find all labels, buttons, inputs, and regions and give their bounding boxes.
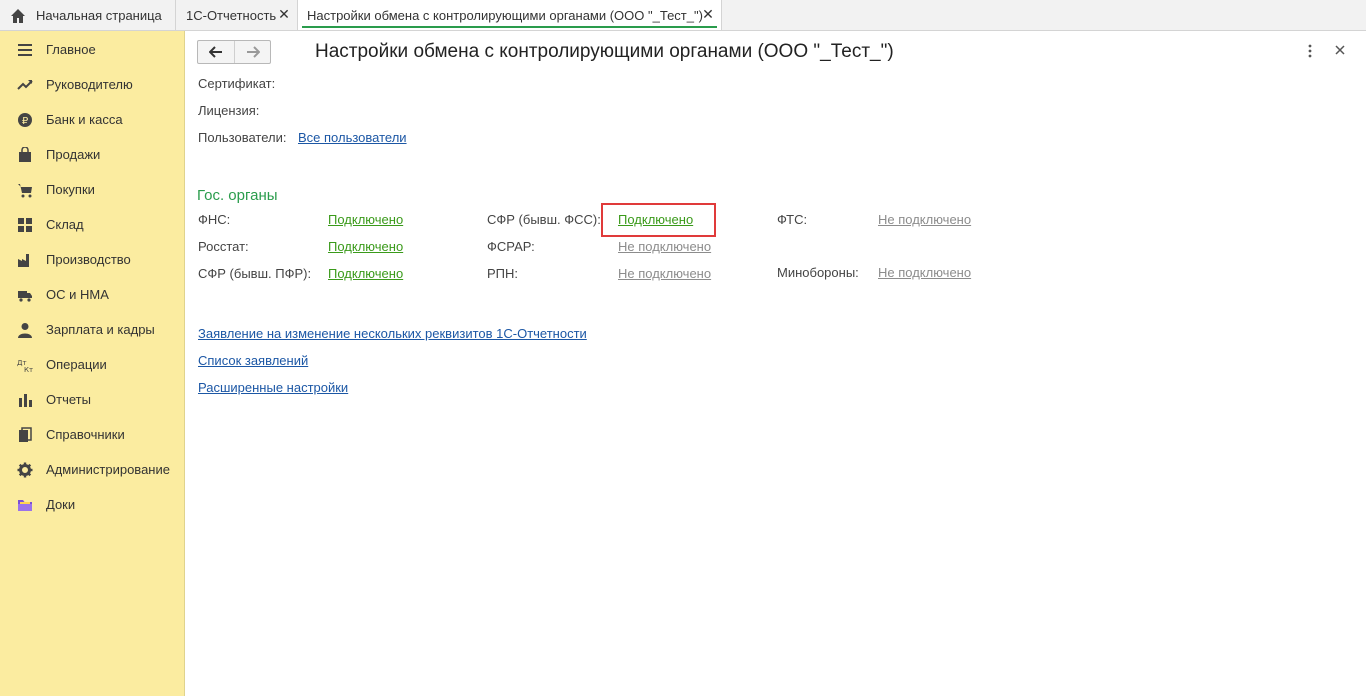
close-icon[interactable] [1334,44,1346,56]
more-vertical-icon[interactable] [1306,43,1314,59]
tab-exchange-settings[interactable]: Настройки обмена с контролирующими орган… [298,0,722,30]
gov-section-title: Гос. органы [197,187,278,204]
change-details-link[interactable]: Заявление на изменение нескольких реквиз… [198,326,587,341]
main-content: Настройки обмена с контролирующими орган… [185,31,1366,696]
minoborony-status-link[interactable]: Не подключено [878,265,971,280]
tab-bar: Начальная страница 1С-Отчетность ✕ Настр… [0,0,1366,31]
arrow-left-icon [209,46,222,58]
sidebar-item-references[interactable]: Справочники [0,417,184,452]
home-icon [11,8,25,23]
tab-exchange-settings-label: Настройки обмена с контролирующими орган… [307,7,703,23]
sfr-fss-label: СФР (бывш. ФСС): [487,212,601,227]
sidebar-item-reports[interactable]: Отчеты [0,382,184,417]
tab-home-label: Начальная страница [36,8,162,23]
active-tab-indicator [302,26,717,28]
dt-kt-icon: ДтКт [17,359,33,373]
sidebar-item-fixed-assets[interactable]: ОС и НМА [0,277,184,312]
sidebar: Главное Руководителю ₽ Банк и касса Прод… [0,31,185,696]
users-label: Пользователи: [198,130,287,145]
back-button[interactable] [198,41,234,63]
sidebar-item-docs[interactable]: Доки [0,487,184,522]
sidebar-item-label: Зарплата и кадры [46,322,155,337]
minoborony-label: Минобороны: [777,265,859,280]
menu-icon [18,43,32,56]
tab-home[interactable]: Начальная страница [0,0,176,31]
license-label: Лицензия: [198,103,260,118]
rpn-status-link[interactable]: Не подключено [618,266,711,281]
highlight-box [601,203,716,237]
sidebar-item-label: Покупки [46,182,95,197]
sidebar-item-label: Администрирование [46,462,170,477]
sidebar-item-warehouse[interactable]: Склад [0,207,184,242]
fns-label: ФНС: [198,212,231,227]
sfr-pfr-label: СФР (бывш. ПФР): [198,266,312,281]
grid-icon [18,217,32,232]
history-nav [197,40,271,64]
docs-folder-icon [18,499,32,511]
fts-label: ФТС: [777,212,808,227]
ruble-icon: ₽ [18,112,32,127]
svg-text:Кт: Кт [24,366,33,373]
cart-icon [18,183,32,197]
sidebar-item-label: ОС и НМА [46,287,109,302]
sidebar-item-label: Справочники [46,427,125,442]
page-title: Настройки обмена с контролирующими орган… [315,41,894,62]
books-icon [19,426,32,442]
sidebar-item-label: Склад [46,217,84,232]
sidebar-item-label: Операции [46,357,107,372]
sidebar-item-bank[interactable]: ₽ Банк и касса [0,102,184,137]
sidebar-item-manager[interactable]: Руководителю [0,67,184,102]
forward-button[interactable] [234,41,270,63]
fts-status-link[interactable]: Не подключено [878,212,971,227]
sidebar-item-label: Банк и касса [46,112,123,127]
sidebar-item-label: Продажи [46,147,101,162]
sidebar-item-label: Производство [46,252,131,267]
gear-icon [17,462,33,477]
sidebar-item-label: Руководителю [46,77,133,92]
certificate-label: Сертификат: [198,76,276,91]
arrow-right-icon [246,46,260,58]
all-users-link[interactable]: Все пользователи [298,130,407,145]
sidebar-item-purchases[interactable]: Покупки [0,172,184,207]
sidebar-item-production[interactable]: Производство [0,242,184,277]
sidebar-item-main[interactable]: Главное [0,32,184,67]
sfr-pfr-status-link[interactable]: Подключено [328,266,403,281]
rosstat-label: Росстат: [198,239,249,254]
factory-icon [18,253,29,267]
sidebar-item-label: Доки [46,497,76,512]
sidebar-item-administration[interactable]: Администрирование [0,452,184,487]
sidebar-item-operations[interactable]: Дт Кт Операции [0,347,184,382]
advanced-settings-link[interactable]: Расширенные настройки [198,380,348,395]
fns-status-link[interactable]: Подключено [328,212,403,227]
person-icon [18,322,32,338]
svg-text:₽: ₽ [22,116,29,127]
sidebar-item-label: Отчеты [46,392,91,407]
sidebar-item-label: Главное [46,42,96,57]
tab-1c-reporting-label: 1С-Отчетность [186,8,277,23]
close-icon[interactable]: ✕ [278,7,290,21]
trend-icon [17,79,33,90]
tab-1c-reporting[interactable]: 1С-Отчетность ✕ [176,0,298,31]
rpn-label: РПН: [487,266,519,281]
fsrar-label: ФСРАР: [487,239,535,254]
truck-icon [18,290,32,302]
sidebar-item-payroll[interactable]: Зарплата и кадры [0,312,184,347]
fsrar-status-link[interactable]: Не подключено [618,239,711,254]
applications-list-link[interactable]: Список заявлений [198,353,308,368]
bag-icon [19,146,31,162]
sidebar-item-sales[interactable]: Продажи [0,137,184,172]
close-icon[interactable]: ✕ [702,7,714,21]
rosstat-status-link[interactable]: Подключено [328,239,403,254]
bar-chart-icon [19,393,32,407]
